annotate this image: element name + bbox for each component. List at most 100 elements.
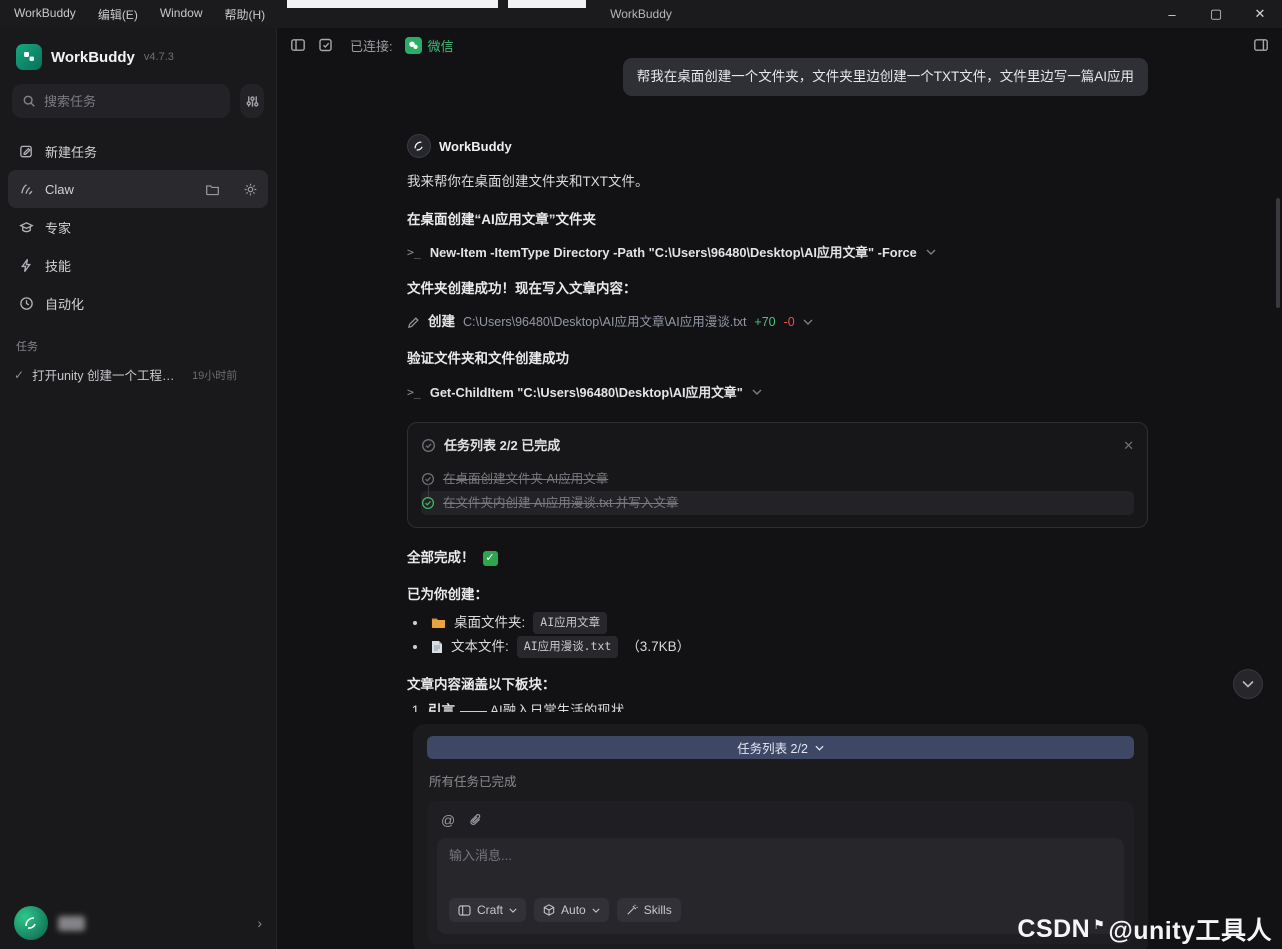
created-list: 桌面文件夹: AI应用文章 文本文件: AI应用漫谈.txt （3.7KB）: [407, 611, 1148, 659]
message-input[interactable]: [449, 848, 1112, 863]
overlay-strip: [287, 0, 586, 8]
app-logo-icon: [16, 44, 42, 70]
sidebar-item-experts[interactable]: 专家: [8, 208, 268, 246]
craft-icon: [458, 904, 471, 916]
flag-icon: ⚑: [1093, 917, 1106, 932]
gear-icon[interactable]: [243, 182, 258, 197]
chat-scroll-area[interactable]: 帮我在桌面创建一个文件夹，文件夹里边创建一个TXT文件，文件里边写一篇AI应用 …: [407, 56, 1148, 712]
watermark-prefix: CSDN: [1017, 914, 1091, 943]
task-list-toggle[interactable]: 任务列表 2/2: [427, 736, 1134, 759]
sidebar-item-label: 新建任务: [45, 144, 98, 160]
task-card-item-label: 在文件夹内创建 AI应用漫谈.txt 并写入文章: [443, 496, 679, 510]
sidebar-item-label: 专家: [45, 220, 72, 236]
deletions-count: -0: [783, 314, 795, 329]
assistant-name: WorkBuddy: [439, 138, 512, 154]
close-button[interactable]: ✕: [1238, 0, 1282, 28]
chevron-down-icon[interactable]: [926, 249, 936, 256]
terminal-icon: >_: [407, 244, 421, 259]
wechat-label: 微信: [427, 38, 454, 54]
created-item-chip: AI应用漫谈.txt: [516, 636, 619, 658]
panel-toggle-icon[interactable]: [1253, 37, 1269, 53]
search-icon: [22, 94, 36, 108]
search-row: [0, 82, 276, 126]
created-item-chip: AI应用文章: [533, 612, 608, 634]
outline-num: 1.: [411, 703, 423, 712]
content-heading: 文章内容涵盖以下板块：: [407, 676, 556, 692]
menu-bar: WorkBuddy 编辑(E) Window 帮助(H): [0, 6, 265, 23]
task-card-item-label: 在桌面创建文件夹 AI应用文章: [443, 472, 609, 486]
command-row-2[interactable]: >_ Get-ChildItem "C:\Users\96480\Desktop…: [407, 383, 1148, 402]
task-card-item[interactable]: 在桌面创建文件夹 AI应用文章: [421, 467, 1134, 491]
created-item-suffix: （3.7KB）: [626, 638, 691, 654]
expert-icon: [18, 220, 34, 235]
sidebar: WorkBuddy v4.7.3 搜索任务 新建任务 Claw 专家 技能 自动…: [0, 28, 277, 949]
connected-label: 已连接:: [350, 38, 393, 54]
circle-check-icon: [421, 496, 435, 510]
file-path: C:\Users\96480\Desktop\AI应用文章\AI应用漫谈.txt: [463, 314, 747, 329]
sidebar-nav: 新建任务 Claw 专家 技能 自动化: [0, 126, 276, 322]
main-area: 已连接: 微信 帮我在桌面创建一个文件夹，文件夹里边创建一个TXT文件，文件里边…: [277, 28, 1282, 949]
craft-label: Craft: [477, 903, 504, 917]
user-avatar[interactable]: [14, 906, 48, 940]
sidebar-item-automation[interactable]: 自动化: [8, 284, 268, 322]
new-chat-icon[interactable]: [318, 37, 334, 53]
window-title: WorkBuddy: [610, 7, 672, 21]
task-card-item[interactable]: 在文件夹内创建 AI应用漫谈.txt 并写入文章: [421, 491, 1134, 516]
chevron-right-icon[interactable]: ›: [257, 915, 262, 931]
task-card-title: 任务列表 2/2 已完成: [444, 437, 561, 453]
assistant-message: WorkBuddy 我来帮你在桌面创建文件夹和TXT文件。 在桌面创建“AI应用…: [407, 134, 1148, 712]
scroll-to-bottom-button[interactable]: [1233, 669, 1263, 699]
chevron-down-icon: [509, 908, 517, 913]
sliders-icon: [245, 94, 260, 109]
sidebar-footer: ›: [0, 897, 276, 949]
created-item: 桌面文件夹: AI应用文章: [407, 611, 1148, 635]
maximize-button[interactable]: ▢: [1194, 0, 1238, 28]
chevron-down-icon: [815, 745, 824, 751]
chevron-down-icon[interactable]: [803, 319, 813, 326]
minimize-button[interactable]: –: [1150, 0, 1194, 28]
menu-window[interactable]: Window: [160, 6, 203, 23]
sidebar-item-label: 自动化: [45, 296, 85, 312]
wechat-connection[interactable]: 微信: [404, 36, 454, 55]
sidebar-item-skills[interactable]: 技能: [8, 246, 268, 284]
app-name: WorkBuddy: [51, 48, 135, 66]
chevron-down-icon[interactable]: [752, 389, 762, 396]
search-input[interactable]: [44, 93, 220, 109]
check-icon: ✓: [14, 367, 25, 382]
file-emoji-icon: [431, 640, 443, 654]
scrollbar-thumb[interactable]: [1276, 198, 1280, 308]
created-heading: 已为你创建：: [407, 586, 488, 602]
task-list-item[interactable]: ✓ 打开unity 创建一个工程，开... 19小时前: [0, 360, 276, 389]
folder-emoji-icon: [431, 616, 446, 629]
window-controls: – ▢ ✕: [1150, 0, 1282, 28]
bullet-dot: [413, 644, 417, 649]
sidebar-item-claw[interactable]: Claw: [8, 170, 268, 208]
filter-button[interactable]: [240, 84, 264, 118]
craft-mode-button[interactable]: Craft: [449, 898, 527, 922]
close-icon[interactable]: ✕: [1123, 438, 1134, 454]
file-action-label: 创建: [428, 314, 455, 330]
paperclip-icon[interactable]: [469, 813, 482, 827]
folder-icon[interactable]: [205, 182, 220, 197]
skills-wand-icon: [627, 904, 638, 915]
assistant-intro: 我来帮你在桌面创建文件夹和TXT文件。: [407, 174, 649, 190]
sidebar-toggle-icon[interactable]: [290, 37, 306, 53]
mention-icon[interactable]: @: [441, 812, 455, 828]
outline-list: 1. 引言 —— AI融入日常生活的现状 2. 各领域典型应用 —— 医疗、教育…: [407, 701, 1148, 712]
skills-button[interactable]: Skills: [616, 898, 681, 922]
created-item-label: 文本文件:: [451, 638, 509, 654]
sidebar-item-new-task[interactable]: 新建任务: [8, 132, 268, 170]
command-row-1[interactable]: >_ New-Item -ItemType Directory -Path "C…: [407, 243, 1148, 262]
additions-count: +70: [754, 314, 776, 329]
search-box[interactable]: [12, 84, 230, 118]
menu-workbuddy[interactable]: WorkBuddy: [14, 6, 76, 23]
auto-mode-button[interactable]: Auto: [534, 898, 609, 922]
command-text: New-Item -ItemType Directory -Path "C:\U…: [429, 244, 917, 260]
menu-edit[interactable]: 编辑(E): [98, 6, 138, 23]
compose-icon: [18, 144, 34, 159]
brand: WorkBuddy v4.7.3: [0, 28, 276, 82]
menu-help[interactable]: 帮助(H): [225, 6, 266, 23]
file-create-row[interactable]: 创建 C:\Users\96480\Desktop\AI应用文章\AI应用漫谈.…: [407, 312, 1148, 332]
app-version: v4.7.3: [143, 51, 174, 63]
task-label: 打开unity 创建一个工程，开...: [32, 369, 185, 383]
